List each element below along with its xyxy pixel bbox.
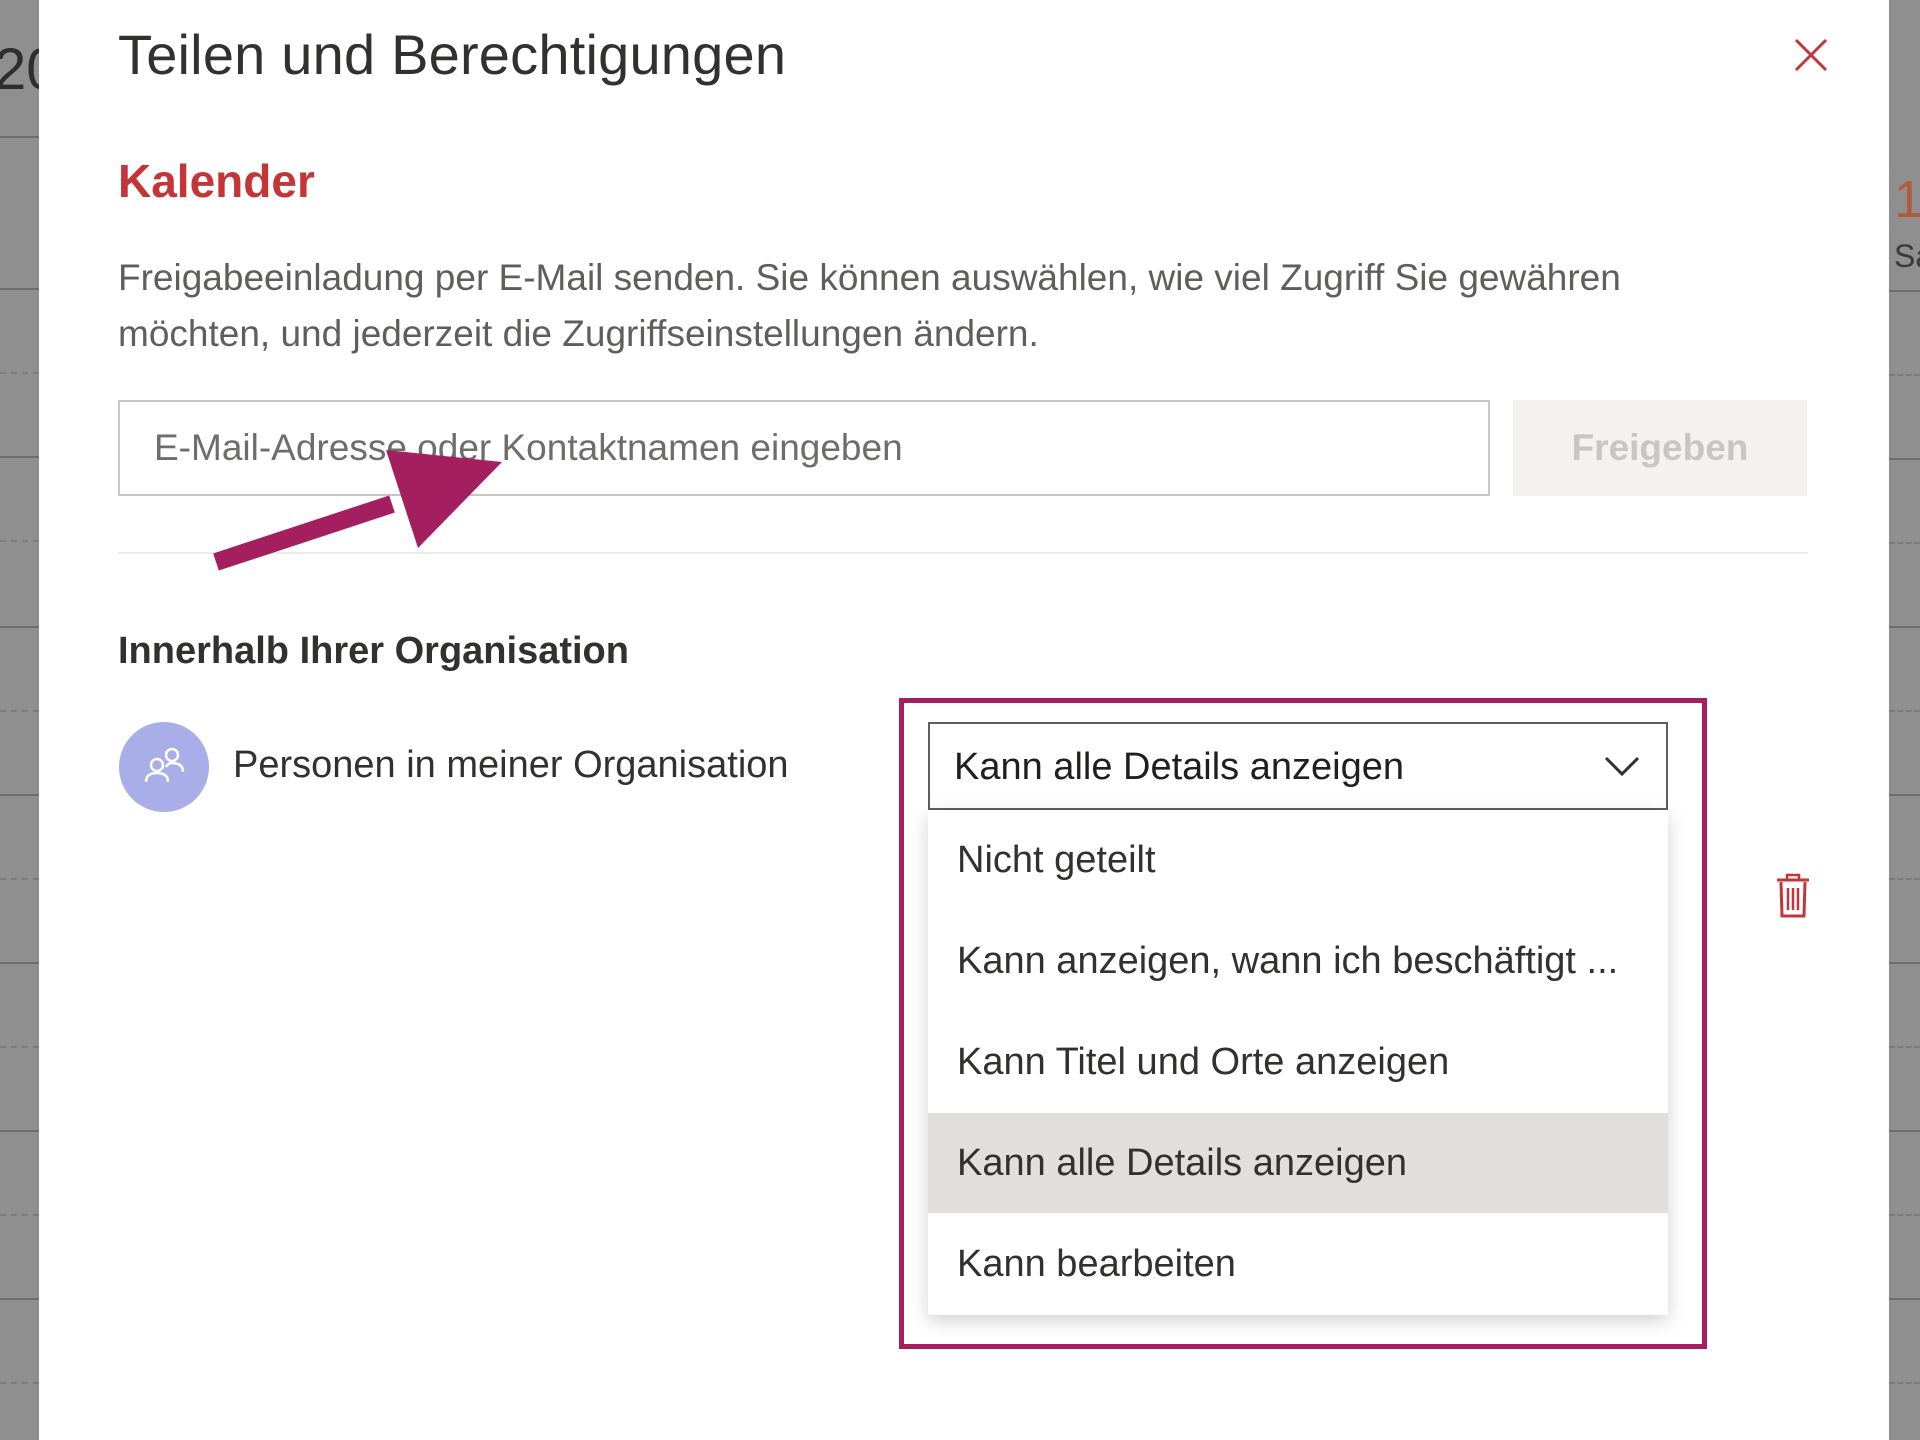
background-gridline: [1889, 1214, 1920, 1216]
background-gridline: [1889, 626, 1920, 628]
background-gridline: [0, 710, 39, 712]
background-gridline: [0, 962, 39, 964]
background-gridline: [0, 288, 39, 290]
background-gridline: [0, 136, 39, 138]
background-gridline: [1889, 878, 1920, 880]
permission-option-edit[interactable]: Kann bearbeiten: [928, 1214, 1668, 1314]
background-weekday: Sa: [1894, 238, 1920, 274]
background-gridline: [1889, 458, 1920, 460]
background-gridline: [0, 540, 39, 542]
background-gridline: [0, 626, 39, 628]
background-gridline: [1889, 794, 1920, 796]
background-gridline: [1889, 1298, 1920, 1300]
trash-icon: [1777, 873, 1809, 918]
permission-option-titles-locations[interactable]: Kann Titel und Orte anzeigen: [928, 1012, 1668, 1112]
chevron-down-icon: [1604, 756, 1640, 777]
background-gridline: [0, 456, 39, 458]
share-button[interactable]: Freigeben: [1513, 400, 1807, 496]
permission-selected-value: Kann alle Details anzeigen: [954, 746, 1404, 788]
background-gridline: [1889, 1382, 1920, 1384]
delete-button[interactable]: [1773, 872, 1813, 920]
permission-option-not-shared[interactable]: Nicht geteilt: [928, 810, 1668, 910]
dialog-title: Teilen und Berechtigungen: [118, 23, 787, 86]
close-button[interactable]: [1786, 30, 1836, 80]
background-gridline: [0, 1130, 39, 1132]
background-gridline: [0, 372, 39, 374]
background-gridline: [0, 1046, 39, 1048]
divider: [118, 552, 1808, 554]
background-gridline: [0, 1382, 39, 1384]
permission-dropdown[interactable]: Kann alle Details anzeigen: [928, 722, 1668, 810]
background-gridline: [0, 1214, 39, 1216]
background-gridline: [1889, 962, 1920, 964]
people-icon: [144, 747, 185, 783]
email-input[interactable]: [118, 400, 1490, 496]
permission-option-busy[interactable]: Kann anzeigen, wann ich beschäftigt ...: [928, 911, 1668, 1011]
background-date-number: 1: [1894, 171, 1920, 229]
background-gridline: [1889, 1046, 1920, 1048]
sharing-description: Freigabeeinladung per E-Mail senden. Sie…: [118, 257, 1621, 354]
permission-dropdown-menu: Nicht geteilt Kann anzeigen, wann ich be…: [928, 810, 1668, 1315]
background-gridline: [1889, 374, 1920, 376]
background-gridline: [0, 794, 39, 796]
background-gridline: [1889, 1130, 1920, 1132]
close-icon: [1794, 38, 1828, 72]
background-gridline: [0, 1298, 39, 1300]
organization-heading: Innerhalb Ihrer Organisation: [118, 630, 629, 672]
background-gridline: [1889, 290, 1920, 292]
organization-entry-label: Personen in meiner Organisation: [233, 744, 789, 786]
section-title-calendar: Kalender: [118, 155, 315, 207]
background-gridline: [0, 878, 39, 880]
background-gridline: [1889, 542, 1920, 544]
avatar: [119, 722, 209, 812]
permission-option-all-details[interactable]: Kann alle Details anzeigen: [928, 1113, 1668, 1213]
background-gridline: [1889, 710, 1920, 712]
